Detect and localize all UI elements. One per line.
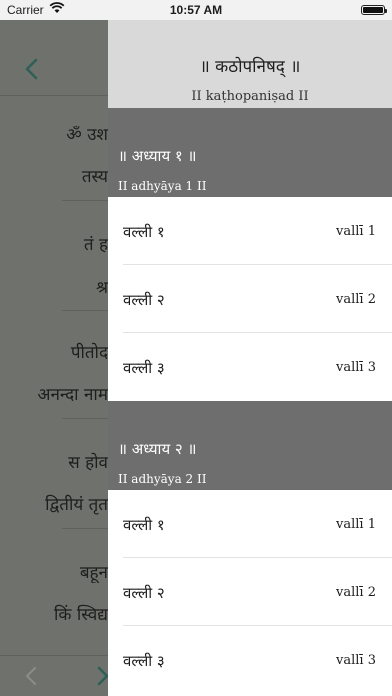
contents-drawer: ॥ कठोपनिषद् ॥ II kaṭhopaniṣad II ॥ अध्या…: [108, 20, 392, 696]
section-header-adhyaya-2: ॥ अध्याय २ ॥ II adhyāya 2 II: [108, 401, 392, 490]
section-title: ॥ अध्याय २ ॥: [118, 440, 197, 458]
verse-line: पीतोद: [70, 343, 108, 363]
valli-transliteration: vallī 1: [336, 224, 376, 239]
verse-line: बहून: [79, 563, 108, 583]
prev-chevron-icon[interactable]: [24, 666, 38, 686]
valli-label: वल्ली ३: [123, 359, 165, 377]
list-item-valli[interactable]: वल्ली २ vallī 2: [108, 558, 392, 626]
status-time: 10:57 AM: [169, 3, 223, 17]
verse-line: किं स्विद्य: [53, 605, 108, 625]
book-title: ॥ कठोपनिषद् ॥: [199, 57, 301, 77]
verse-line: द्वितीयं तृत: [45, 495, 108, 515]
valli-label: वल्ली २: [123, 584, 165, 602]
verse-divider: [62, 418, 108, 419]
reader-toolbar: [0, 655, 110, 696]
verse-line: तं ह: [83, 235, 108, 255]
section-transliteration: II adhyāya 2 II: [118, 472, 207, 486]
section-transliteration: II adhyāya 1 II: [118, 179, 207, 193]
verse-divider: [62, 200, 108, 201]
list-item-valli[interactable]: वल्ली ३ vallī 3: [108, 333, 392, 401]
reader-nav-bar: [0, 20, 110, 96]
drawer-header: ॥ कठोपनिषद् ॥ II kaṭhopaniṣad II: [108, 20, 392, 108]
verse-line: श्र: [95, 278, 108, 298]
valli-label: वल्ली ३: [123, 652, 165, 670]
valli-transliteration: vallī 2: [336, 292, 376, 307]
battery-icon: [361, 5, 387, 15]
valli-label: वल्ली २: [123, 291, 165, 309]
valli-label: वल्ली १: [123, 516, 165, 534]
verse-divider: [62, 310, 108, 311]
list-item-valli[interactable]: वल्ली ३ vallī 3: [108, 626, 392, 694]
valli-label: वल्ली १: [123, 223, 165, 241]
section-title: ॥ अध्याय १ ॥: [118, 147, 197, 165]
verse-line: तस्य: [81, 167, 108, 187]
valli-transliteration: vallī 2: [336, 585, 376, 600]
list-item-valli[interactable]: वल्ली १ vallī 1: [108, 490, 392, 558]
list-item-valli[interactable]: वल्ली १ vallī 1: [108, 197, 392, 265]
verse-line: ॐ उश: [66, 125, 108, 145]
valli-transliteration: vallī 3: [336, 653, 376, 668]
list-item-valli[interactable]: वल्ली २ vallī 2: [108, 265, 392, 333]
verse-line: अनन्दा नाम: [37, 385, 108, 405]
book-transliteration: II kaṭhopaniṣad II: [191, 89, 309, 104]
verse-divider: [62, 528, 108, 529]
section-header-adhyaya-1: ॥ अध्याय १ ॥ II adhyāya 1 II: [108, 108, 392, 197]
valli-transliteration: vallī 3: [336, 360, 376, 375]
verse-line: स होव: [68, 453, 108, 473]
back-chevron-icon[interactable]: [22, 57, 42, 81]
status-bar: Carrier 10:57 AM: [0, 0, 392, 20]
valli-transliteration: vallī 1: [336, 517, 376, 532]
